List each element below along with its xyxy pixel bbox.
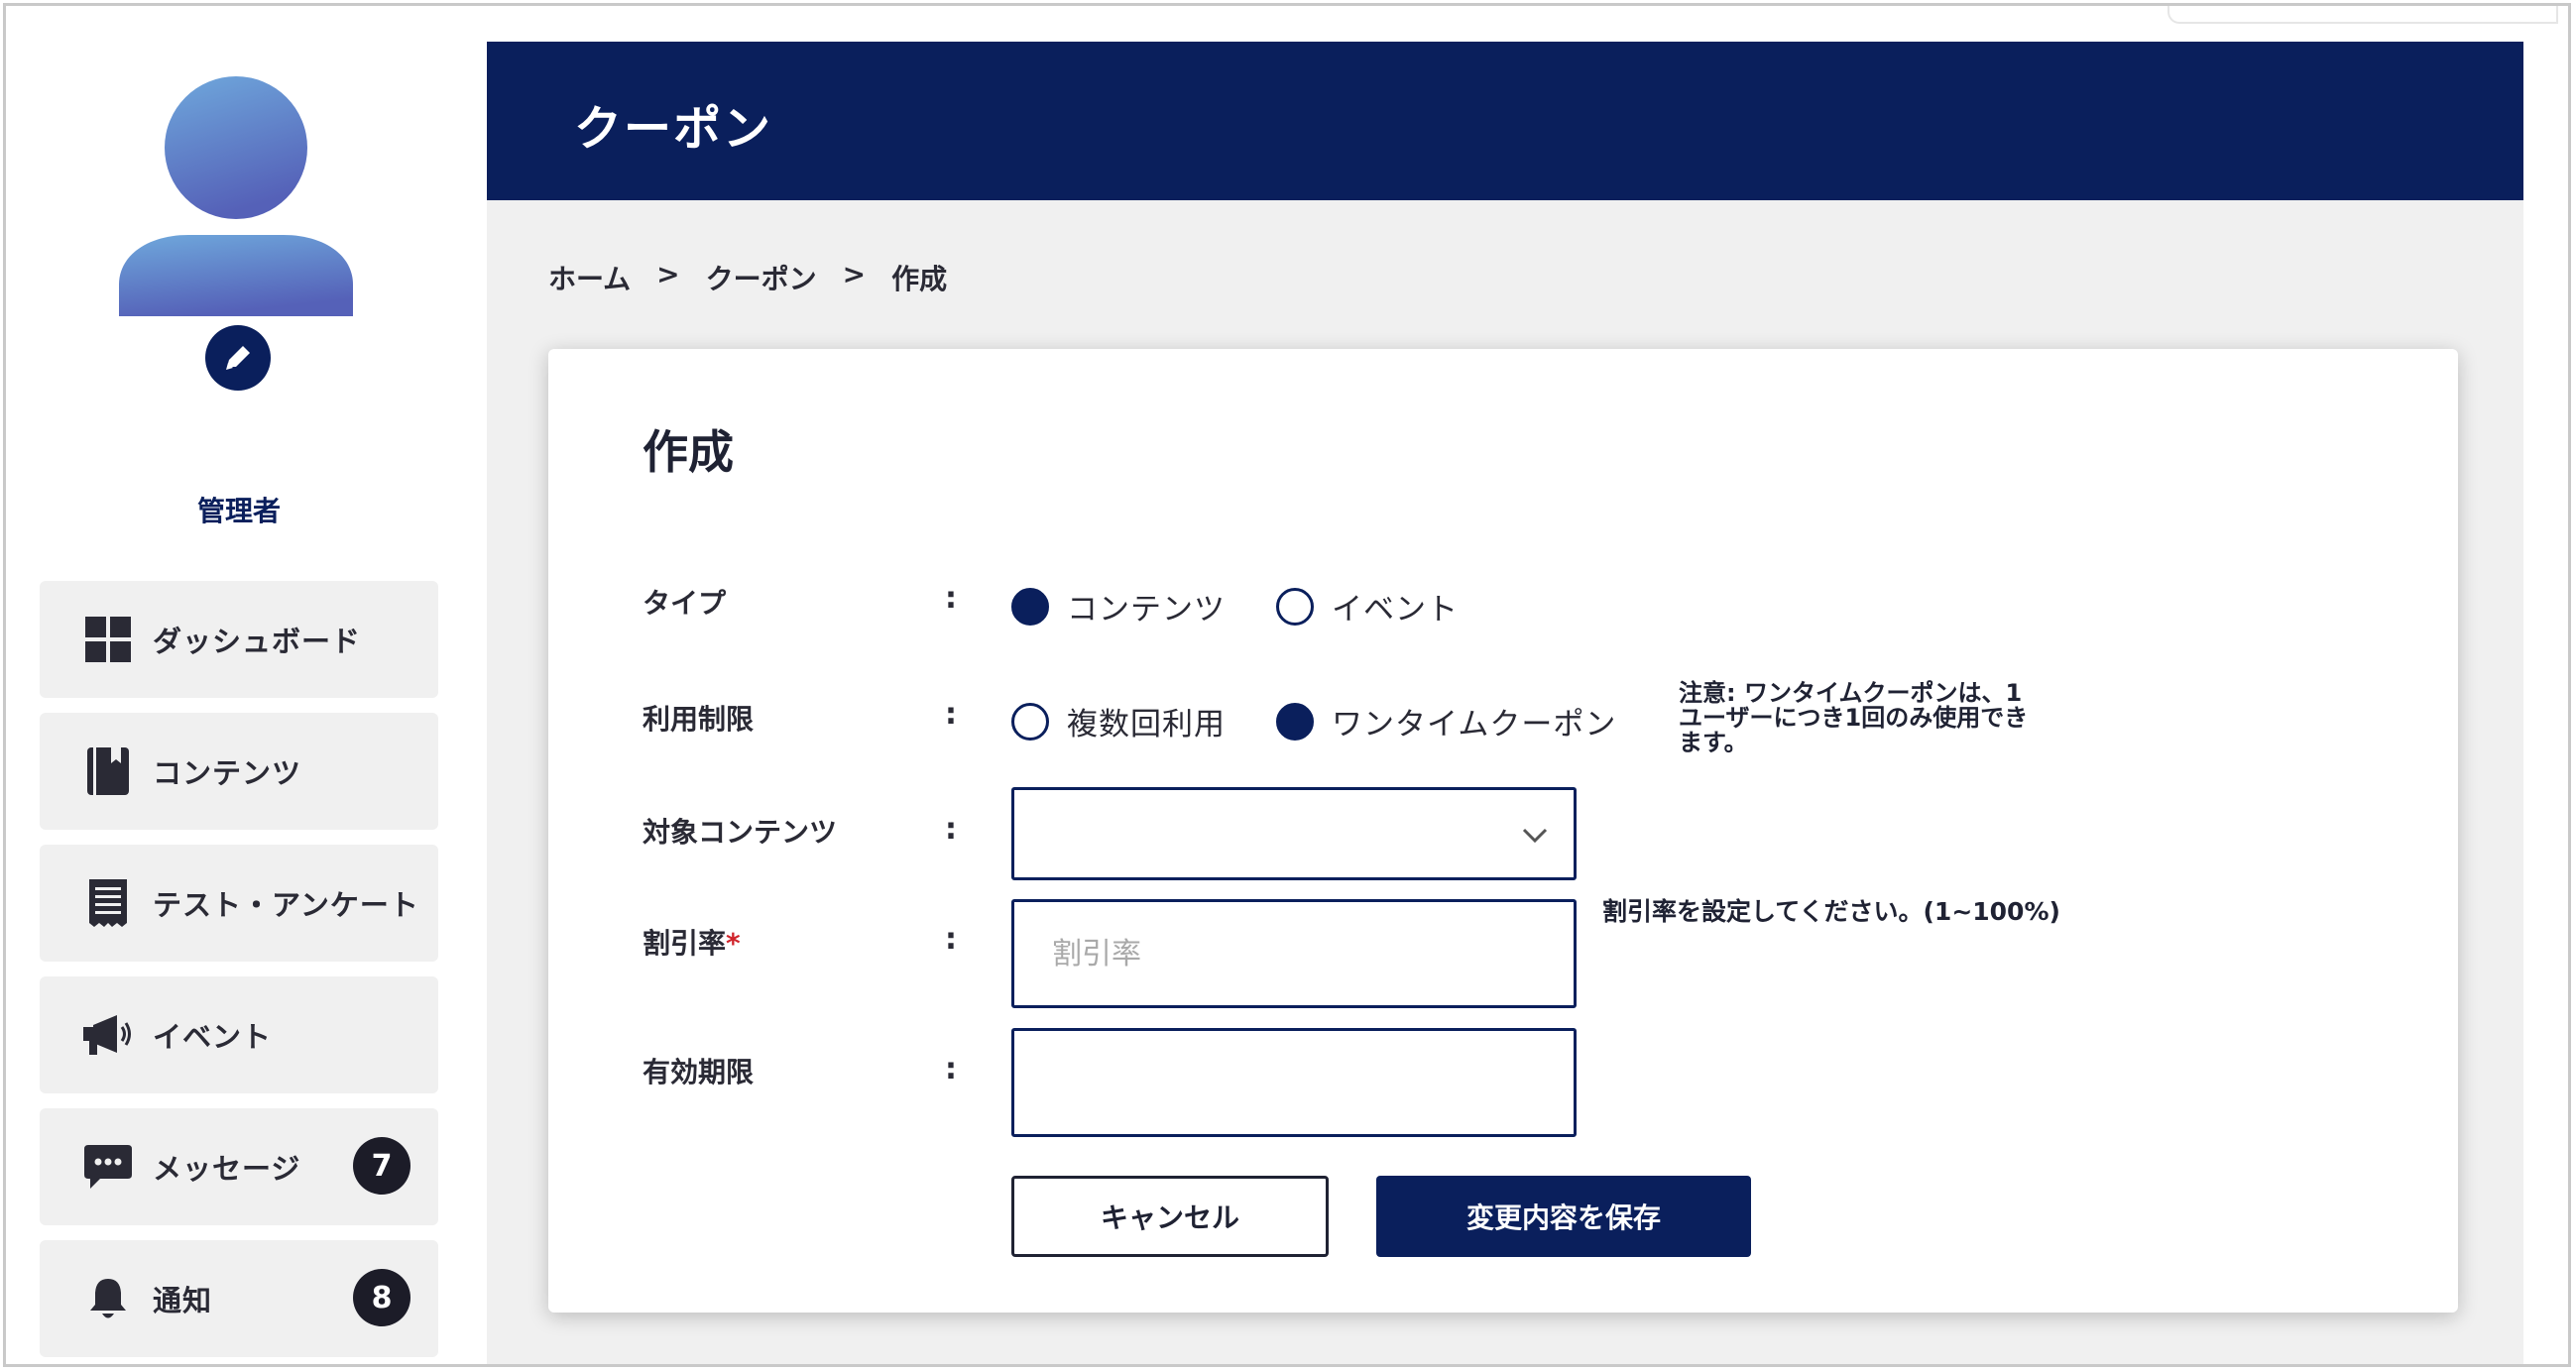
discount-rate-label: 割引率*: [643, 922, 741, 962]
radio-label: イベント: [1332, 592, 1459, 628]
sidebar-item-dashboard[interactable]: ダッシュボード: [40, 581, 438, 698]
sidebar-item-test-survey[interactable]: テスト・アンケート: [40, 845, 438, 962]
breadcrumb-home[interactable]: ホーム: [548, 258, 631, 297]
target-contents-label: 対象コンテンツ: [643, 816, 838, 849]
type-label: タイプ: [643, 587, 727, 620]
sidebar-item-label: ダッシュボード: [153, 625, 362, 658]
required-mark: *: [726, 927, 741, 960]
cancel-button[interactable]: キャンセル: [1011, 1176, 1329, 1257]
usage-option-one-time[interactable]: ワンタイムクーポン: [1276, 699, 1616, 743]
dashboard-grid-icon: [83, 615, 133, 664]
radio-selected[interactable]: [1276, 702, 1314, 741]
colon: :: [945, 922, 957, 957]
usage-option-multiple[interactable]: 複数回利用: [1011, 699, 1226, 743]
breadcrumb-separator: >: [656, 258, 680, 290]
chevron-down-icon: [1522, 828, 1548, 844]
radio-selected[interactable]: [1011, 587, 1049, 626]
pencil-icon: [226, 346, 250, 370]
target-contents-select[interactable]: [1011, 787, 1577, 880]
radio-unselected[interactable]: [1276, 587, 1314, 626]
window-corner-decoration: [2167, 6, 2558, 24]
user-role: 管理者: [196, 495, 281, 527]
usage-limit-label: 利用制限: [643, 703, 755, 736]
book-icon: [83, 746, 133, 796]
type-option-contents[interactable]: コンテンツ: [1011, 584, 1226, 629]
megaphone-icon: [83, 1010, 133, 1060]
sidebar-item-notifications[interactable]: 通知 8: [40, 1240, 438, 1357]
app-window: 管理者 ダッシュボード コンテンツ テスト・アンケート イベント メッセージ 7…: [3, 3, 2571, 1367]
sidebar-item-contents[interactable]: コンテンツ: [40, 713, 438, 830]
page-header: クーポン: [487, 42, 2523, 200]
expiry-label: 有効期限: [643, 1056, 755, 1088]
discount-rate-label-text: 割引率: [643, 927, 727, 960]
sidebar-item-label: メッセージ: [153, 1152, 301, 1186]
form-title: 作成: [643, 425, 734, 479]
breadcrumb: ホーム > クーポン > 作成: [548, 258, 947, 297]
sidebar: 管理者 ダッシュボード コンテンツ テスト・アンケート イベント メッセージ 7…: [6, 6, 472, 1364]
main-content: クーポン ホーム > クーポン > 作成 作成 タイプ : コンテンツ イベント…: [487, 42, 2523, 1364]
bell-icon: [83, 1274, 133, 1323]
radio-label: 複数回利用: [1067, 707, 1226, 743]
breadcrumb-coupon[interactable]: クーポン: [706, 258, 817, 297]
colon: :: [945, 1052, 957, 1086]
colon: :: [945, 697, 957, 732]
breadcrumb-current: 作成: [891, 263, 948, 295]
colon: :: [945, 581, 957, 616]
one-time-coupon-note: 注意: ワンタイムクーポンは、1ユーザーにつき1回のみ使用できます。: [1679, 679, 2029, 756]
type-option-event[interactable]: イベント: [1276, 584, 1459, 629]
sidebar-item-label: テスト・アンケート: [153, 888, 419, 922]
sidebar-item-label: 通知: [153, 1284, 213, 1317]
chat-bubble-icon: [83, 1142, 133, 1192]
radio-label: コンテンツ: [1067, 592, 1226, 628]
create-coupon-card: 作成 タイプ : コンテンツ イベント 利用制限 : 複数回利用 ワンタイムクー…: [548, 349, 2458, 1313]
sidebar-item-label: コンテンツ: [153, 756, 302, 790]
message-count-badge: 7: [353, 1137, 410, 1195]
save-changes-button[interactable]: 変更内容を保存: [1376, 1176, 1751, 1257]
receipt-icon: [83, 878, 133, 928]
sidebar-item-messages[interactable]: メッセージ 7: [40, 1108, 438, 1225]
page-title: クーポン: [574, 101, 773, 157]
discount-rate-field: [1011, 899, 1577, 1008]
discount-rate-input[interactable]: [1014, 902, 1574, 1005]
expiry-date-input[interactable]: [1011, 1028, 1577, 1137]
sidebar-item-event[interactable]: イベント: [40, 976, 438, 1093]
notification-count-badge: 8: [353, 1269, 410, 1326]
discount-rate-hint: 割引率を設定してください。(1~100%): [1602, 897, 2060, 926]
avatar-icon: [119, 76, 353, 316]
radio-unselected[interactable]: [1011, 702, 1049, 741]
sidebar-item-label: イベント: [153, 1020, 273, 1054]
colon: :: [945, 812, 957, 847]
edit-avatar-button[interactable]: [205, 325, 271, 391]
radio-label: ワンタイムクーポン: [1332, 707, 1617, 743]
breadcrumb-separator: >: [842, 258, 867, 290]
